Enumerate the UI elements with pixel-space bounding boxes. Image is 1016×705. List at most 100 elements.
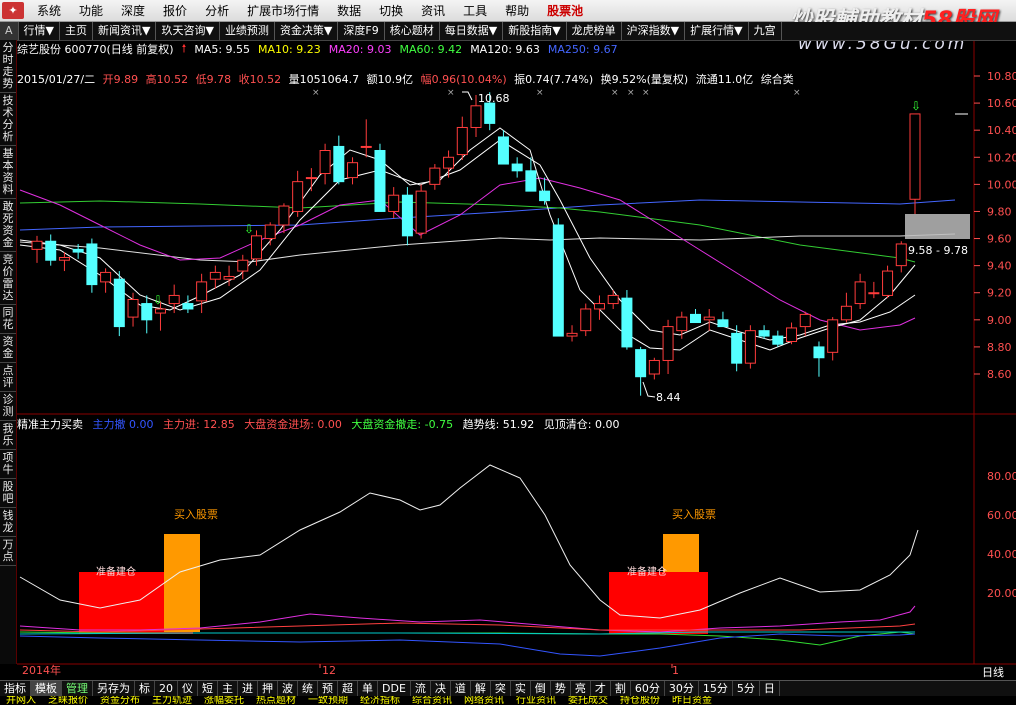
indicator-name[interactable]: 精准主力买卖: [17, 418, 83, 431]
status-item-5[interactable]: 热点题材: [250, 696, 302, 705]
bottom-tab-28[interactable]: 60分: [631, 681, 665, 696]
status-item-0[interactable]: 并网入: [0, 696, 42, 705]
price-tick-label: 10.40: [987, 124, 1016, 137]
bottom-tab-17[interactable]: 流: [411, 681, 431, 696]
bottom-tab-11[interactable]: 波: [278, 681, 298, 696]
bottom-tab-0[interactable]: 指标: [0, 681, 31, 696]
sidebar-tab-4[interactable]: 竞价雷达: [0, 252, 16, 305]
price-tick-label: 9.80: [987, 205, 1012, 218]
toolbar-item-3[interactable]: 新闻资讯▼: [93, 22, 157, 40]
toolbar-item-9[interactable]: 每日数据▼: [440, 22, 504, 40]
bottom-tab-6[interactable]: 仪: [178, 681, 198, 696]
bottom-tab-10[interactable]: 押: [258, 681, 278, 696]
indicator-axis: 80.00 60.00 40.00 20.00: [987, 470, 1016, 600]
bottom-tab-22[interactable]: 实: [511, 681, 531, 696]
menu-analysis[interactable]: 分析: [196, 2, 238, 19]
indicator-tick-label: 40.00: [987, 548, 1016, 561]
bottom-tab-23[interactable]: 倒: [531, 681, 551, 696]
toolbar-item-6[interactable]: 资金决策▼: [275, 22, 339, 40]
status-item-7[interactable]: 经济指标: [354, 696, 406, 705]
bottom-tab-8[interactable]: 主: [218, 681, 238, 696]
menu-ext-market[interactable]: 扩展市场行情: [238, 2, 328, 19]
status-item-1[interactable]: 芝睐报价: [42, 696, 94, 705]
toolbar-item-7[interactable]: 深度F9: [338, 22, 385, 40]
toolbar-item-4[interactable]: 玖天咨询▼: [156, 22, 220, 40]
sidebar-tab-13[interactable]: 万点: [0, 537, 16, 566]
status-item-12[interactable]: 持仓股份: [614, 696, 666, 705]
menu-quote[interactable]: 报价: [154, 2, 196, 19]
sidebar-tab-9[interactable]: 我乐: [0, 421, 16, 450]
menu-help[interactable]: 帮助: [496, 2, 538, 19]
bottom-tab-26[interactable]: 才: [591, 681, 611, 696]
toolbar-item-2[interactable]: 主页: [60, 22, 93, 40]
menu-switch[interactable]: 切换: [370, 2, 412, 19]
bottom-tab-4[interactable]: 标: [135, 681, 155, 696]
indicator-main-in: 主力进: 12.85: [163, 418, 235, 431]
toolbar-item-14[interactable]: 九宫: [749, 22, 782, 40]
toolbar-item-11[interactable]: 龙虎榜单: [567, 22, 622, 40]
menu-system[interactable]: 系统: [28, 2, 70, 19]
menu-news[interactable]: 资讯: [412, 2, 454, 19]
toolbar-item-0[interactable]: A: [0, 22, 19, 40]
sidebar-tab-10[interactable]: 项牛: [0, 450, 16, 479]
sidebar-tab-0[interactable]: 分时走势: [0, 40, 16, 93]
period-label[interactable]: 日线: [982, 664, 1004, 680]
bottom-tab-19[interactable]: 道: [451, 681, 471, 696]
menu-stock-pool[interactable]: 股票池: [538, 2, 592, 19]
sidebar-tab-5[interactable]: 同花: [0, 305, 16, 334]
bottom-tab-21[interactable]: 突: [491, 681, 511, 696]
bottom-tab-29[interactable]: 30分: [665, 681, 699, 696]
bottom-tab-27[interactable]: 割: [611, 681, 631, 696]
menu-depth[interactable]: 深度: [112, 2, 154, 19]
info-volume: 量1051064.7: [288, 73, 360, 86]
status-item-6[interactable]: 一致预期: [302, 696, 354, 705]
menu-function[interactable]: 功能: [70, 2, 112, 19]
bottom-tab-14[interactable]: 超: [338, 681, 358, 696]
status-item-2[interactable]: 资金分布: [94, 696, 146, 705]
toolbar-item-8[interactable]: 核心题材: [385, 22, 440, 40]
bottom-tab-5[interactable]: 20: [155, 681, 178, 696]
bottom-tab-13[interactable]: 预: [318, 681, 338, 696]
status-item-3[interactable]: 主力轨迹: [146, 696, 198, 705]
toolbar-item-1[interactable]: 行情▼: [19, 22, 60, 40]
bottom-tab-2[interactable]: 管理: [62, 681, 93, 696]
status-item-11[interactable]: 委托成交: [562, 696, 614, 705]
up-arrow-icon: 🠕: [181, 41, 187, 55]
bottom-tab-9[interactable]: 进: [238, 681, 258, 696]
status-item-9[interactable]: 网络资讯: [458, 696, 510, 705]
kline-chart[interactable]: 10.80 10.60 10.40 10.20 10.00 9.80 9.60 9.40 9.2…: [0, 0, 1016, 705]
toolbar-item-5[interactable]: 业绩预测: [220, 22, 275, 40]
bottom-tab-32[interactable]: 日: [760, 681, 780, 696]
toolbar-item-10[interactable]: 新股指南▼: [503, 22, 567, 40]
sidebar-tab-7[interactable]: 点评: [0, 363, 16, 392]
sidebar-tab-12[interactable]: 钱龙: [0, 508, 16, 537]
bottom-tab-20[interactable]: 解: [471, 681, 491, 696]
status-item-10[interactable]: 行业资讯: [510, 696, 562, 705]
bottom-tab-1[interactable]: 模板: [31, 681, 62, 696]
bottom-tab-24[interactable]: 势: [551, 681, 571, 696]
sidebar-tab-11[interactable]: 股吧: [0, 479, 16, 508]
bottom-tab-12[interactable]: 统: [298, 681, 318, 696]
menu-data[interactable]: 数据: [328, 2, 370, 19]
bottom-tab-25[interactable]: 亮: [571, 681, 591, 696]
bottom-tab-18[interactable]: 决: [431, 681, 451, 696]
indicator-tick-label: 80.00: [987, 470, 1016, 483]
sidebar-tab-3[interactable]: 敢死资金: [0, 199, 16, 252]
status-item-4[interactable]: 涨幅委托: [198, 696, 250, 705]
sidebar-tab-6[interactable]: 资金: [0, 334, 16, 363]
bottom-tab-15[interactable]: 单: [358, 681, 378, 696]
bottom-tab-16[interactable]: DDE: [378, 681, 411, 696]
status-item-8[interactable]: 综合资讯: [406, 696, 458, 705]
toolbar-item-13[interactable]: 扩展行情▼: [685, 22, 749, 40]
toolbar-item-12[interactable]: 沪深指数▼: [622, 22, 686, 40]
status-item-13[interactable]: 昨日资金: [666, 696, 718, 705]
sidebar-tab-2[interactable]: 基本资料: [0, 146, 16, 199]
sidebar-tab-8[interactable]: 诊测: [0, 392, 16, 421]
price-tick-label: 9.60: [987, 233, 1012, 246]
bottom-tab-3[interactable]: 另存为: [93, 681, 135, 696]
bottom-tab-30[interactable]: 15分: [699, 681, 733, 696]
menu-tools[interactable]: 工具: [454, 2, 496, 19]
bottom-tab-31[interactable]: 5分: [733, 681, 760, 696]
sidebar-tab-1[interactable]: 技术分析: [0, 93, 16, 146]
bottom-tab-7[interactable]: 短: [198, 681, 218, 696]
